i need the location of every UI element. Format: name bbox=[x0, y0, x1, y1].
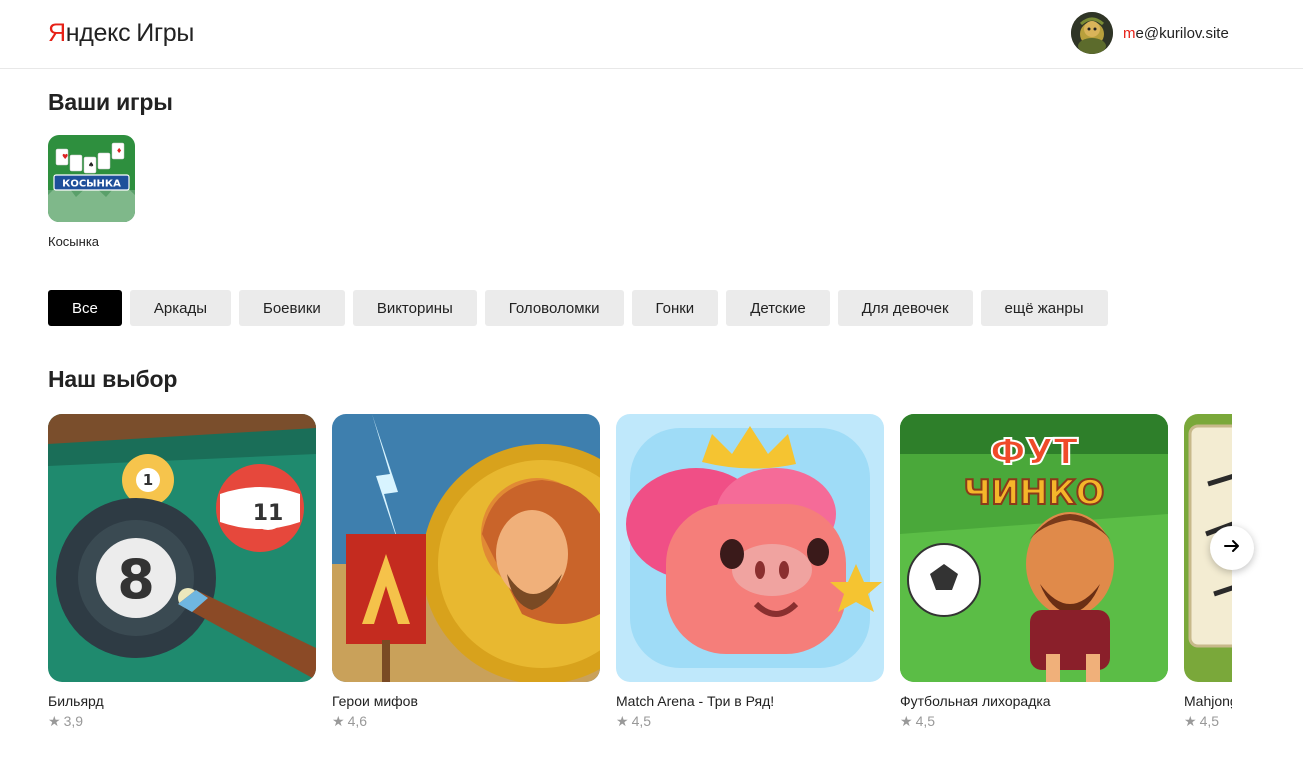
game-thumbnail[interactable]: ♥ ♠ ♦ КОСЫНКА bbox=[48, 135, 135, 222]
game-rating: ★ 4,6 bbox=[332, 713, 368, 729]
game-title[interactable]: Match Arena - Три в Ряд! bbox=[616, 693, 884, 709]
user-email[interactable]: me@kurilov.site bbox=[1123, 25, 1229, 42]
svg-text:♥: ♥ bbox=[62, 153, 68, 161]
star-icon: ★ bbox=[48, 713, 61, 729]
your-games-title: Ваши игры bbox=[48, 89, 173, 115]
our-choice-title: Наш выбор bbox=[48, 366, 178, 392]
svg-text:♠: ♠ bbox=[88, 161, 94, 169]
genre-filter: Все Аркады Боевики Викторины Головоломки… bbox=[48, 290, 1116, 326]
star-icon: ★ bbox=[1184, 713, 1197, 729]
star-icon: ★ bbox=[616, 713, 629, 729]
yandex-games-logo[interactable]: Яндекс Игры bbox=[48, 19, 194, 47]
genre-chip-more[interactable]: ещё жанры bbox=[980, 290, 1108, 326]
carousel-next-button[interactable] bbox=[1210, 526, 1254, 570]
game-cover-image[interactable]: ФУТ ЧИНКО bbox=[900, 414, 1168, 682]
genre-chip-all[interactable]: Все bbox=[48, 290, 122, 326]
game-title[interactable]: Герои мифов bbox=[332, 693, 600, 709]
logo-letter: Я bbox=[48, 19, 66, 47]
game-title[interactable]: Футбольная лихорадка bbox=[900, 693, 1168, 709]
svg-text:КОСЫНКА: КОСЫНКА bbox=[62, 179, 121, 190]
genre-chip-arcade[interactable]: Аркады bbox=[129, 290, 231, 326]
logo-games-text: Игры bbox=[136, 19, 195, 47]
genre-chip-racing[interactable]: Гонки bbox=[631, 290, 719, 326]
logo-yandex-text: ндекс bbox=[65, 19, 131, 47]
avatar[interactable] bbox=[1071, 12, 1113, 54]
genre-chip-girls[interactable]: Для девочек bbox=[837, 290, 973, 326]
game-title[interactable]: Mahjong bbox=[1184, 693, 1232, 709]
game-rating: ★ 4,5 bbox=[1184, 713, 1220, 729]
genre-chip-kids[interactable]: Детские bbox=[726, 290, 830, 326]
game-title[interactable]: Бильярд bbox=[48, 693, 316, 709]
svg-text:11: 11 bbox=[253, 501, 284, 526]
your-game-item[interactable]: ♥ ♠ ♦ КОСЫНКА Косынка bbox=[48, 135, 136, 249]
game-rating: ★ 3,9 bbox=[48, 713, 84, 729]
game-rating: ★ 4,5 bbox=[616, 713, 652, 729]
game-card[interactable]: Match Arena - Три в Ряд! ★ 4,5 bbox=[616, 414, 884, 730]
game-card[interactable]: Герои мифов ★ 4,6 bbox=[332, 414, 600, 730]
svg-text:♦: ♦ bbox=[116, 147, 122, 155]
svg-text:ФУТ: ФУТ bbox=[990, 432, 1078, 473]
game-cover-image[interactable] bbox=[332, 414, 600, 682]
game-rating: ★ 4,5 bbox=[900, 713, 936, 729]
game-card[interactable]: Mahjong ★4,5 bbox=[1184, 414, 1232, 730]
header: Яндекс Игры me@kurilov.site bbox=[0, 0, 1303, 69]
svg-text:1: 1 bbox=[143, 471, 153, 489]
game-card[interactable]: ФУТ ЧИНКО Футбольная лихорадка ★ 4,5 bbox=[900, 414, 1168, 730]
game-cover-image[interactable] bbox=[616, 414, 884, 682]
genre-chip-puzzle[interactable]: Головоломки bbox=[484, 290, 624, 326]
game-card[interactable]: 1 11 8 Бильярд ★ 3,9 bbox=[48, 414, 316, 730]
arrow-right-icon bbox=[1223, 537, 1241, 560]
game-name[interactable]: Косынка bbox=[48, 234, 136, 249]
star-icon: ★ bbox=[900, 713, 913, 729]
svg-text:ЧИНКО: ЧИНКО bbox=[963, 473, 1104, 513]
svg-text:8: 8 bbox=[117, 548, 155, 611]
star-icon: ★ bbox=[332, 713, 345, 729]
genre-chip-action[interactable]: Боевики bbox=[238, 290, 345, 326]
game-cover-image[interactable]: 1 11 8 bbox=[48, 414, 316, 682]
games-carousel: 1 11 8 Бильярд ★ 3,9 Герои мифов ★ 4,6 M… bbox=[48, 414, 1232, 744]
genre-chip-quiz[interactable]: Викторины bbox=[352, 290, 477, 326]
user-menu[interactable]: me@kurilov.site bbox=[1071, 12, 1229, 54]
